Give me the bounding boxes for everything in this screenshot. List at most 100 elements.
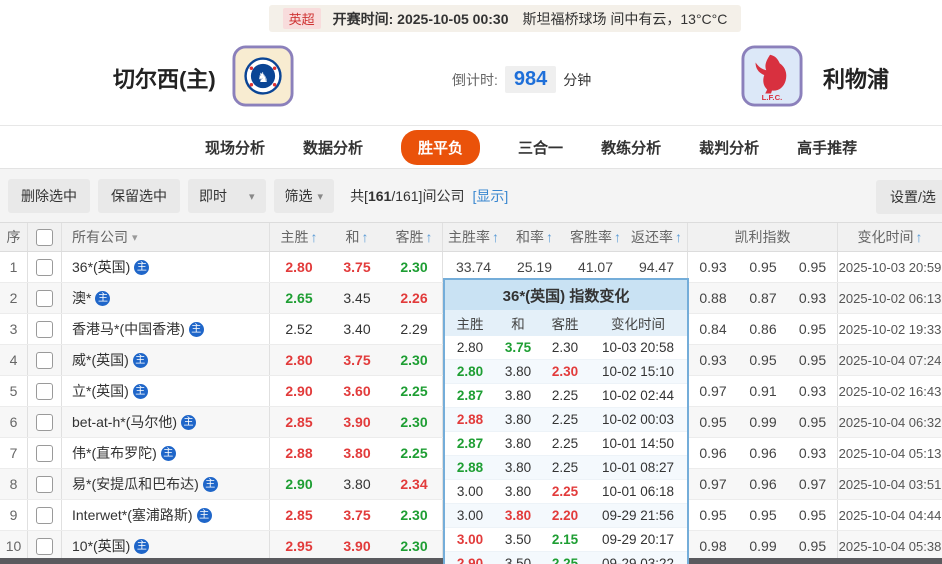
header-away-win[interactable]: 客胜↑ <box>386 223 443 251</box>
odds-away-win: 2.30 <box>386 252 443 282</box>
tab-data-analysis[interactable]: 数据分析 <box>303 137 363 158</box>
kelly-away: 0.95 <box>788 345 838 375</box>
kelly-draw: 0.96 <box>738 438 788 468</box>
row-checkbox[interactable] <box>36 383 53 400</box>
row-checkbox-cell <box>28 531 62 561</box>
company-cell[interactable]: 香港马*(中国香港) 主 <box>62 314 270 344</box>
header-home-win[interactable]: 主胜↑ <box>270 223 328 251</box>
row-checkbox[interactable] <box>36 538 53 555</box>
tab-win-draw-lose[interactable]: 胜平负 <box>401 130 480 165</box>
header-return-rate[interactable]: 返还率↑ <box>626 223 688 251</box>
popup-odds-draw: 3.80 <box>495 364 541 379</box>
venue-weather: 斯坦福桥球场 间中有云，13°C°C <box>523 9 728 29</box>
row-seq: 4 <box>0 345 28 375</box>
popup-odds-away: 2.25 <box>541 484 589 499</box>
odds-draw: 3.60 <box>328 376 386 406</box>
analysis-nav: 现场分析 数据分析 胜平负 三合一 教练分析 裁判分析 高手推荐 <box>0 125 942 168</box>
host-badge-icon: 主 <box>134 260 149 275</box>
row-checkbox[interactable] <box>36 476 53 493</box>
row-checkbox[interactable] <box>36 352 53 369</box>
kelly-away: 0.95 <box>788 252 838 282</box>
company-name: bet-at-h*(马尔他) <box>72 412 177 432</box>
sort-up-icon: ↑ <box>492 229 499 245</box>
row-checkbox[interactable] <box>36 414 53 431</box>
popup-row: 2.88 3.80 2.25 10-02 00:03 <box>445 408 687 432</box>
popup-title: 36*(英国) 指数变化 <box>445 280 687 310</box>
filter-dropdown[interactable]: 筛选 ▾ <box>274 179 335 213</box>
popup-change-time: 09-29 20:17 <box>589 532 687 547</box>
popup-odds-away: 2.25 <box>541 460 589 475</box>
kelly-away: 0.95 <box>788 531 838 561</box>
header-home-rate[interactable]: 主胜率↑ <box>443 223 504 251</box>
kelly-home: 0.97 <box>688 469 738 499</box>
tab-expert-recommend[interactable]: 高手推荐 <box>797 137 857 158</box>
header-draw[interactable]: 和↑ <box>328 223 386 251</box>
odds-away-win: 2.29 <box>386 314 443 344</box>
mode-dropdown[interactable]: 即时 ▾ <box>188 179 266 213</box>
kelly-away: 0.95 <box>788 500 838 530</box>
chevron-down-icon: ▾ <box>132 231 138 244</box>
header-away-rate[interactable]: 客胜率↑ <box>565 223 626 251</box>
sort-up-icon: ↑ <box>614 229 621 245</box>
odds-home-win: 2.95 <box>270 531 328 561</box>
company-cell[interactable]: Interwet*(塞浦路斯) 主 <box>62 500 270 530</box>
kelly-home: 0.88 <box>688 283 738 313</box>
kelly-draw: 0.95 <box>738 500 788 530</box>
company-cell[interactable]: 立*(英国) 主 <box>62 376 270 406</box>
company-cell[interactable]: 伟*(直布罗陀) 主 <box>62 438 270 468</box>
tab-referee-analysis[interactable]: 裁判分析 <box>699 137 759 158</box>
league-badge: 英超 <box>283 8 321 29</box>
sort-up-icon: ↑ <box>311 229 318 245</box>
popup-odds-draw: 3.80 <box>495 484 541 499</box>
countdown-label: 倒计时: <box>452 70 498 90</box>
odds-home-win: 2.90 <box>270 469 328 499</box>
select-all-checkbox[interactable] <box>36 229 53 246</box>
popup-row: 2.90 3.50 2.25 09-29 03:22 <box>445 552 687 564</box>
kelly-draw: 0.87 <box>738 283 788 313</box>
keep-selected-button[interactable]: 保留选中 <box>98 179 180 213</box>
odds-home-win: 2.85 <box>270 407 328 437</box>
row-checkbox[interactable] <box>36 290 53 307</box>
home-team-crest-icon: ♞ <box>232 45 294 107</box>
popup-row: 2.80 3.80 2.30 10-02 15:10 <box>445 360 687 384</box>
popup-row: 2.88 3.80 2.25 10-01 08:27 <box>445 456 687 480</box>
company-cell[interactable]: 澳* 主 <box>62 283 270 313</box>
popup-header: 主胜 和 客胜 变化时间 <box>445 310 687 336</box>
settings-button[interactable]: 设置/选 <box>876 180 942 214</box>
filter-dropdown-label: 筛选 <box>285 186 313 206</box>
header-change-time[interactable]: 变化时间↑ <box>838 223 942 251</box>
show-link[interactable]: [显示] <box>472 186 508 206</box>
row-checkbox[interactable] <box>36 445 53 462</box>
tab-coach-analysis[interactable]: 教练分析 <box>601 137 661 158</box>
header-draw-rate[interactable]: 和率↑ <box>504 223 565 251</box>
host-badge-icon: 主 <box>133 384 148 399</box>
company-cell[interactable]: 易*(安提瓜和巴布达) 主 <box>62 469 270 499</box>
chevron-down-icon: ▾ <box>249 190 255 203</box>
change-time: 2025-10-02 19:33 <box>838 314 942 344</box>
change-time: 2025-10-03 20:59 <box>838 252 942 282</box>
company-cell[interactable]: 10*(英国) 主 <box>62 531 270 561</box>
header-select-all[interactable] <box>28 223 62 251</box>
company-cell[interactable]: 36*(英国) 主 <box>62 252 270 282</box>
countdown-unit: 分钟 <box>563 70 591 90</box>
sort-up-icon: ↑ <box>546 229 553 245</box>
company-name: 澳* <box>72 288 91 308</box>
kelly-draw: 0.95 <box>738 252 788 282</box>
row-checkbox[interactable] <box>36 259 53 276</box>
header-company[interactable]: 所有公司▾ <box>62 223 270 251</box>
host-badge-icon: 主 <box>181 415 196 430</box>
tab-three-in-one[interactable]: 三合一 <box>518 137 563 158</box>
row-checkbox[interactable] <box>36 507 53 524</box>
delete-selected-button[interactable]: 删除选中 <box>8 179 90 213</box>
company-name: 威*(英国) <box>72 350 129 370</box>
row-checkbox[interactable] <box>36 321 53 338</box>
odds-home-win: 2.80 <box>270 252 328 282</box>
tab-live-analysis[interactable]: 现场分析 <box>205 137 265 158</box>
popup-header-away: 客胜 <box>541 313 589 333</box>
popup-odds-home: 2.80 <box>445 364 495 379</box>
popup-row: 2.87 3.80 2.25 10-01 14:50 <box>445 432 687 456</box>
company-cell[interactable]: bet-at-h*(马尔他) 主 <box>62 407 270 437</box>
company-cell[interactable]: 威*(英国) 主 <box>62 345 270 375</box>
odds-draw: 3.40 <box>328 314 386 344</box>
row-seq: 8 <box>0 469 28 499</box>
